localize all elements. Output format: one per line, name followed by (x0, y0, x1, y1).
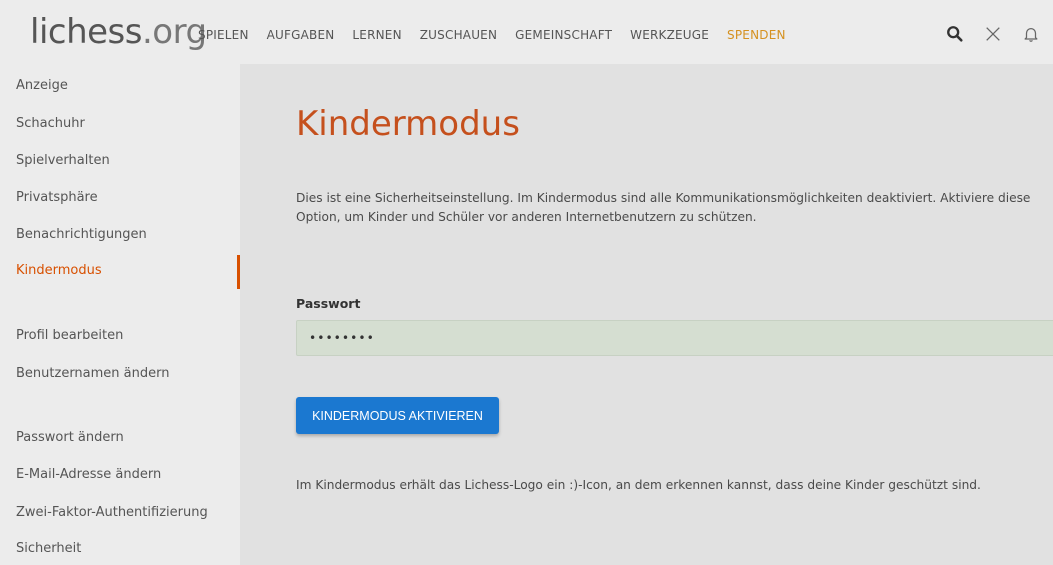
kid-mode-note: Im Kindermodus erhält das Lichess-Logo e… (296, 478, 981, 492)
sidebar-item-clock[interactable]: Schachuhr (16, 116, 85, 131)
sidebar-item-kid-mode[interactable]: Kindermodus (16, 263, 102, 278)
bell-icon[interactable] (1021, 24, 1041, 44)
settings-sidebar: Anzeige Schachuhr Spielverhalten Privats… (0, 64, 240, 565)
main-panel: Kindermodus Dies ist eine Sicherheitsein… (240, 64, 1053, 565)
nav-community[interactable]: GEMEINSCHAFT (515, 28, 612, 42)
sidebar-item-privacy[interactable]: Privatsphäre (16, 190, 98, 205)
logo-main: lichess (30, 12, 142, 52)
page-title: Kindermodus (296, 104, 520, 144)
search-icon[interactable] (945, 24, 965, 44)
sidebar-item-change-username[interactable]: Benutzernamen ändern (16, 366, 169, 381)
header-icons (945, 24, 1041, 44)
nav-learn[interactable]: LERNEN (352, 28, 401, 42)
site-header: lichess.org SPIELEN AUFGABEN LERNEN ZUSC… (0, 0, 1053, 64)
password-label: Passwort (296, 296, 361, 311)
nav-play[interactable]: SPIELEN (198, 28, 249, 42)
enable-kid-mode-button[interactable]: KINDERMODUS AKTIVIEREN (296, 397, 499, 434)
sidebar-item-change-email[interactable]: E-Mail-Adresse ändern (16, 467, 161, 482)
sidebar-item-notifications[interactable]: Benachrichtigungen (16, 227, 147, 242)
sidebar-item-edit-profile[interactable]: Profil bearbeiten (16, 328, 123, 343)
password-field[interactable] (296, 320, 1053, 356)
nav-watch[interactable]: ZUSCHAUEN (420, 28, 497, 42)
swords-icon[interactable] (983, 24, 1003, 44)
main-nav: SPIELEN AUFGABEN LERNEN ZUSCHAUEN GEMEIN… (198, 28, 804, 42)
kid-mode-description: Dies ist eine Sicherheitseinstellung. Im… (296, 191, 1031, 224)
sidebar-item-change-password[interactable]: Passwort ändern (16, 430, 124, 445)
nav-tools[interactable]: WERKZEUGE (630, 28, 709, 42)
nav-puzzles[interactable]: AUFGABEN (267, 28, 335, 42)
sidebar-item-security[interactable]: Sicherheit (16, 541, 81, 556)
logo-tld: .org (141, 12, 207, 52)
sidebar-item-display[interactable]: Anzeige (16, 78, 68, 93)
site-logo[interactable]: lichess.org (30, 12, 207, 52)
sidebar-item-game-behavior[interactable]: Spielverhalten (16, 153, 110, 168)
nav-donate[interactable]: SPENDEN (727, 28, 786, 42)
sidebar-item-two-factor[interactable]: Zwei-Faktor-Authentifizierung (16, 505, 208, 520)
